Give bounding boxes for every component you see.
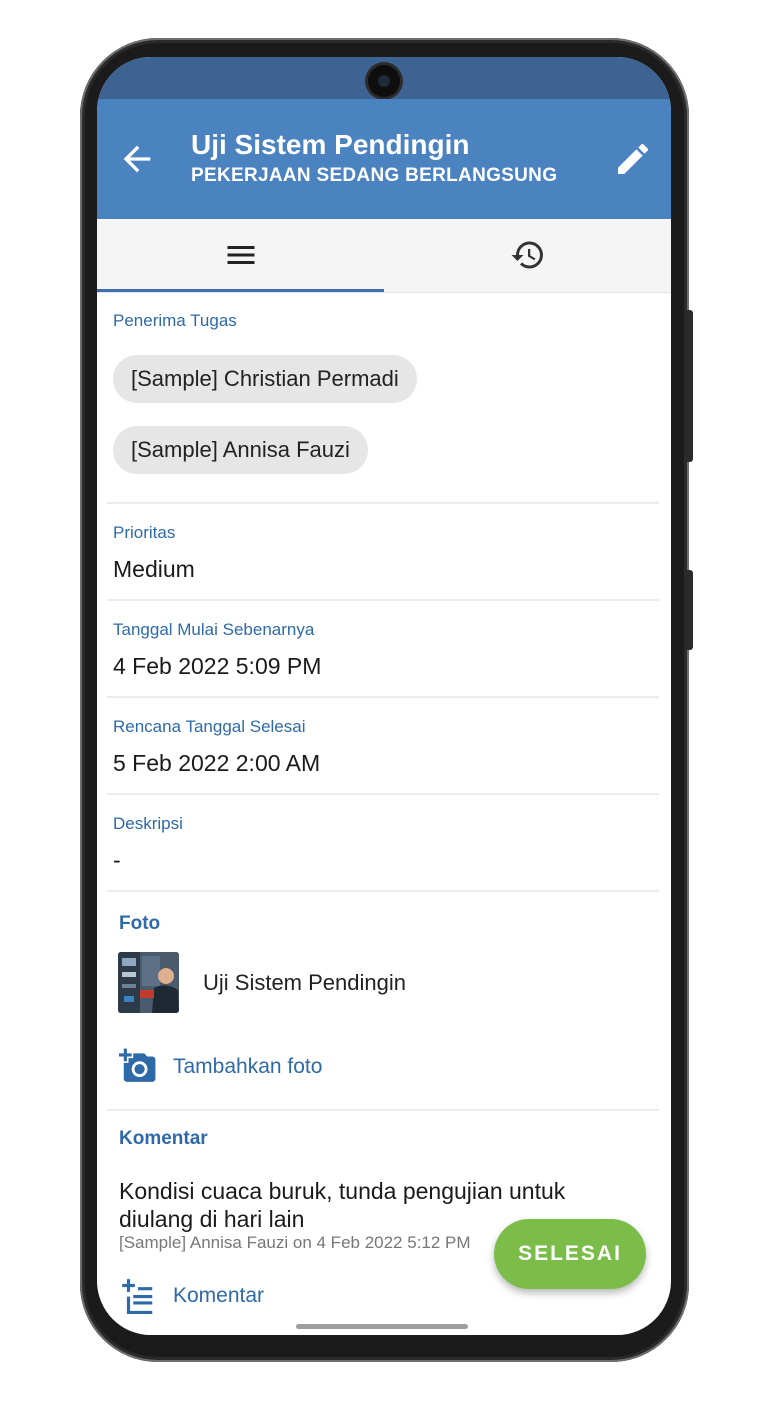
assignee-chip[interactable]: [Sample] Christian Permadi <box>113 355 417 403</box>
tab-bar <box>97 219 671 293</box>
divider <box>107 599 659 601</box>
app-bar: Uji Sistem Pendingin PEKERJAAN SEDANG BE… <box>97 99 671 219</box>
comment-meta: [Sample] Annisa Fauzi on 4 Feb 2022 5:12… <box>119 1233 471 1252</box>
tab-indicator <box>97 289 384 292</box>
add-comment-button[interactable]: Komentar <box>119 1276 419 1316</box>
add-comment-list-icon <box>122 1279 153 1314</box>
priority-label: Prioritas <box>113 523 176 542</box>
task-details: Penerima Tugas [Sample] Christian Permad… <box>97 294 671 1335</box>
priority-value: Medium <box>113 556 195 582</box>
description-value: - <box>113 847 121 873</box>
divider <box>107 793 659 795</box>
photo-name[interactable]: Uji Sistem Pendingin <box>203 970 406 996</box>
assignees-label: Penerima Tugas <box>113 311 237 330</box>
description-label: Deskripsi <box>113 814 183 833</box>
actual-start-label: Tanggal Mulai Sebenarnya <box>113 620 315 639</box>
status-bar <box>97 57 671 99</box>
photo-image <box>118 952 179 1013</box>
finish-button[interactable]: SELESAI <box>494 1219 646 1289</box>
assignee-chip[interactable]: [Sample] Annisa Fauzi <box>113 426 368 474</box>
photos-section-title: Foto <box>119 913 161 934</box>
home-indicator[interactable] <box>296 1324 468 1329</box>
tab-details[interactable] <box>97 219 384 291</box>
front-camera <box>368 65 400 97</box>
back-button[interactable] <box>117 139 157 179</box>
divider <box>107 502 659 504</box>
page-title: Uji Sistem Pendingin <box>191 129 470 160</box>
screen: Uji Sistem Pendingin PEKERJAAN SEDANG BE… <box>97 57 671 1335</box>
power-button <box>687 570 693 650</box>
divider <box>107 890 659 892</box>
planned-end-label: Rencana Tanggal Selesai <box>113 717 306 736</box>
divider <box>107 1109 659 1111</box>
edit-button[interactable] <box>613 139 653 179</box>
pencil-edit-icon <box>618 143 649 174</box>
add-photo-button[interactable]: Tambahkan foto <box>119 1047 419 1087</box>
comments-section-title: Komentar <box>119 1128 208 1149</box>
actual-start-value: 4 Feb 2022 5:09 PM <box>113 653 322 679</box>
status-subtitle: PEKERJAAN SEDANG BERLANGSUNG <box>191 165 558 186</box>
add-comment-label: Komentar <box>173 1284 265 1307</box>
photo-thumbnail[interactable] <box>118 952 179 1013</box>
tab-history[interactable] <box>384 219 671 291</box>
divider <box>107 696 659 698</box>
history-clock-icon <box>511 241 543 269</box>
add-photo-label: Tambahkan foto <box>173 1055 323 1078</box>
add-photo-camera-icon <box>119 1048 156 1082</box>
arrow-back-icon <box>123 145 151 173</box>
planned-end-value: 5 Feb 2022 2:00 AM <box>113 750 321 776</box>
volume-button <box>687 310 693 462</box>
menu-lines-icon <box>227 246 255 264</box>
